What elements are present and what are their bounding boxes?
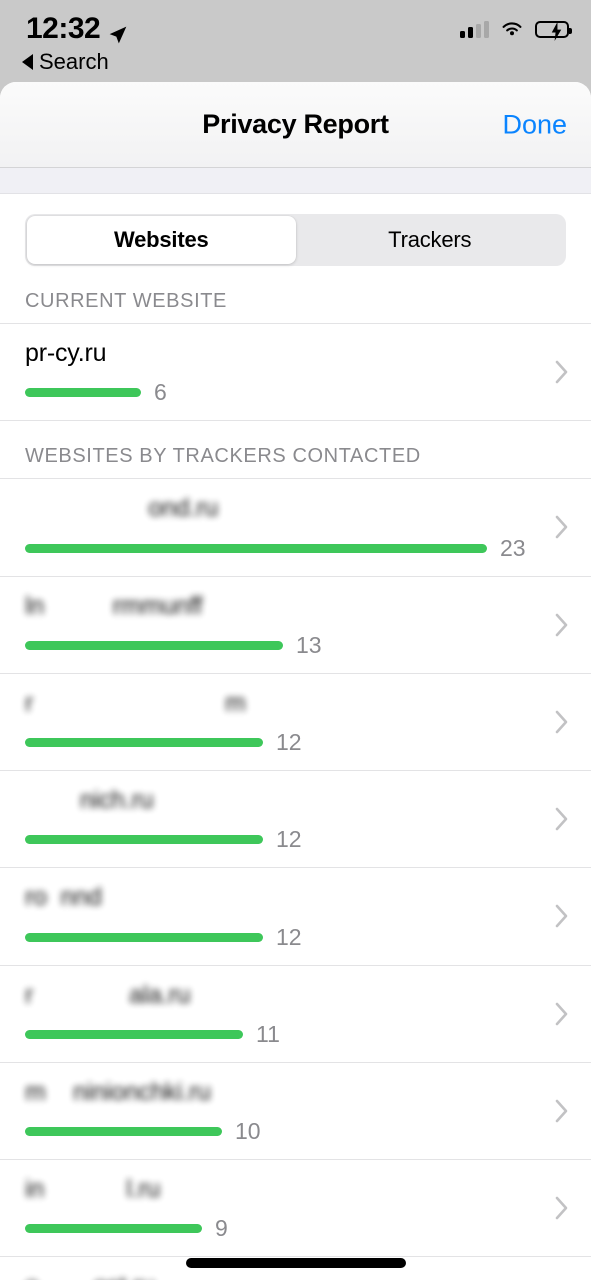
iphone-screen: 12:32 Search Privacy Report Done Website…	[0, 0, 591, 1280]
tracker-count-bar	[25, 738, 263, 747]
segmented-control[interactable]: Websites Trackers	[25, 214, 566, 266]
tracker-count-value: 12	[276, 729, 302, 755]
website-name: in l.ru	[25, 1175, 161, 1203]
website-row-content: ln rmmunff 13	[25, 591, 541, 659]
tracker-count-bar-group: 12	[25, 924, 541, 951]
page-title: Privacy Report	[202, 109, 389, 139]
privacy-report-sheet: Privacy Report Done Websites Trackers CU…	[0, 82, 591, 1280]
section-header: WEBSITES BY TRACKERS CONTACTED	[25, 445, 421, 468]
tracker-count-value: 9	[215, 1215, 228, 1242]
tracker-count-bar-group: 23	[25, 535, 541, 562]
navigation-bar: Privacy Report Done	[0, 82, 591, 168]
privacy-report-list: CURRENT WEBSITE pr-cy.ru 6 WEBSITES BY TRAC…	[0, 266, 591, 1280]
back-link-label: Search	[39, 49, 109, 74]
website-row-content: ro nnd 12	[25, 882, 541, 950]
back-to-search-link[interactable]: Search	[22, 49, 569, 75]
tracker-count-value: 13	[296, 631, 322, 658]
website-row[interactable]: r m 12	[0, 674, 591, 771]
home-indicator	[185, 1258, 406, 1268]
tracker-count-bar-group: 10	[25, 1118, 541, 1145]
tracker-count-bar-group: 12	[25, 729, 541, 756]
website-name: ond.ru	[25, 494, 219, 523]
status-bar-clock: 12:32	[26, 12, 101, 45]
tracker-count-bar-group: 6	[25, 379, 541, 406]
tracker-count-value: 11	[256, 1020, 280, 1047]
cellular-signal-icon	[460, 20, 489, 38]
chevron-right-icon[interactable]	[555, 360, 569, 384]
tracker-count-value: 12	[276, 826, 302, 853]
website-row[interactable]: ro nnd 12	[0, 868, 591, 966]
status-bar-indicators	[460, 12, 572, 41]
battery-charging-icon	[535, 20, 572, 41]
chevron-right-icon[interactable]	[555, 1099, 569, 1123]
tracker-count-bar	[25, 388, 141, 398]
location-arrow-icon	[108, 19, 128, 44]
tracker-count-value: 12	[276, 923, 302, 950]
tracker-count-bar-group: 12	[25, 826, 541, 853]
website-name: nich.ru	[25, 786, 154, 814]
website-row[interactable]: m ninionchki.ru 10	[0, 1063, 591, 1160]
website-name: ln rmmunff	[25, 591, 203, 620]
website-row-content: r ala.ru 11	[25, 980, 541, 1048]
website-row-content: m ninionchki.ru 10	[25, 1077, 541, 1145]
tracker-count-bar-group: 13	[25, 632, 541, 659]
website-row[interactable]: r ala.ru 11	[0, 966, 591, 1063]
section-body: pr-cy.ru 6	[0, 323, 591, 422]
website-row-content: nich.ru 12	[25, 785, 541, 853]
website-row-content: in l.ru 9	[25, 1174, 541, 1242]
tracker-count-bar	[25, 543, 487, 553]
status-bar-time-group: 12:32	[26, 12, 128, 46]
tracker-count-value: 6	[154, 379, 167, 406]
tracker-count-bar	[25, 640, 283, 650]
website-row[interactable]: pr-cy.ru 6	[0, 324, 591, 422]
website-name: ro nnd	[25, 883, 102, 912]
website-row[interactable]: in l.ru 9	[0, 1160, 591, 1258]
website-name: m ninionchki.ru	[25, 1077, 211, 1106]
tracker-count-value: 23	[500, 534, 526, 561]
section-body: ond.ru 23 ln rmmunff 13 r m 12 nich.ru 12 ro nn…	[0, 478, 591, 1280]
status-bar: 12:32 Search	[0, 0, 591, 82]
website-row[interactable]: nich.ru 12	[0, 771, 591, 869]
website-row[interactable]: ln rmmunff 13	[0, 577, 591, 674]
website-row[interactable]: ond.ru 23	[0, 479, 591, 577]
chevron-right-icon[interactable]	[555, 710, 569, 734]
wifi-icon	[500, 20, 524, 38]
tracker-count-bar	[25, 1029, 243, 1039]
website-row-content: ond.ru 23	[25, 493, 541, 561]
chevron-right-icon[interactable]	[555, 1002, 569, 1026]
tracker-count-bar	[25, 1127, 222, 1136]
section-header: CURRENT WEBSITE	[25, 290, 227, 312]
sub-bar-strip	[0, 168, 591, 194]
chevron-right-icon[interactable]	[555, 807, 569, 831]
website-name: pr-cy.ru	[25, 339, 107, 367]
chevron-right-icon[interactable]	[555, 904, 569, 928]
website-row-content: r m 12	[25, 688, 541, 756]
website-row-content: o ost.ru9	[25, 1271, 541, 1280]
tracker-count-bar	[25, 932, 263, 942]
tracker-count-bar	[25, 1224, 202, 1234]
segmented-control-container: Websites Trackers	[0, 194, 591, 266]
website-name: r m	[25, 688, 246, 717]
website-name: r ala.ru	[25, 980, 191, 1009]
website-name: o ost.ru	[25, 1271, 541, 1280]
tracker-count-bar	[25, 835, 263, 845]
chevron-right-icon[interactable]	[555, 613, 569, 637]
triangle-left-icon	[22, 54, 33, 70]
tracker-count-bar-group: 9	[25, 1215, 541, 1242]
tracker-count-value: 10	[235, 1118, 261, 1144]
tracker-count-bar-group: 11	[25, 1021, 541, 1048]
done-button[interactable]: Done	[502, 109, 567, 140]
tab-websites[interactable]: Websites	[27, 216, 296, 264]
tab-trackers[interactable]: Trackers	[296, 216, 565, 264]
chevron-right-icon[interactable]	[555, 515, 569, 539]
chevron-right-icon[interactable]	[555, 1196, 569, 1220]
website-row-content: pr-cy.ru 6	[25, 338, 541, 406]
